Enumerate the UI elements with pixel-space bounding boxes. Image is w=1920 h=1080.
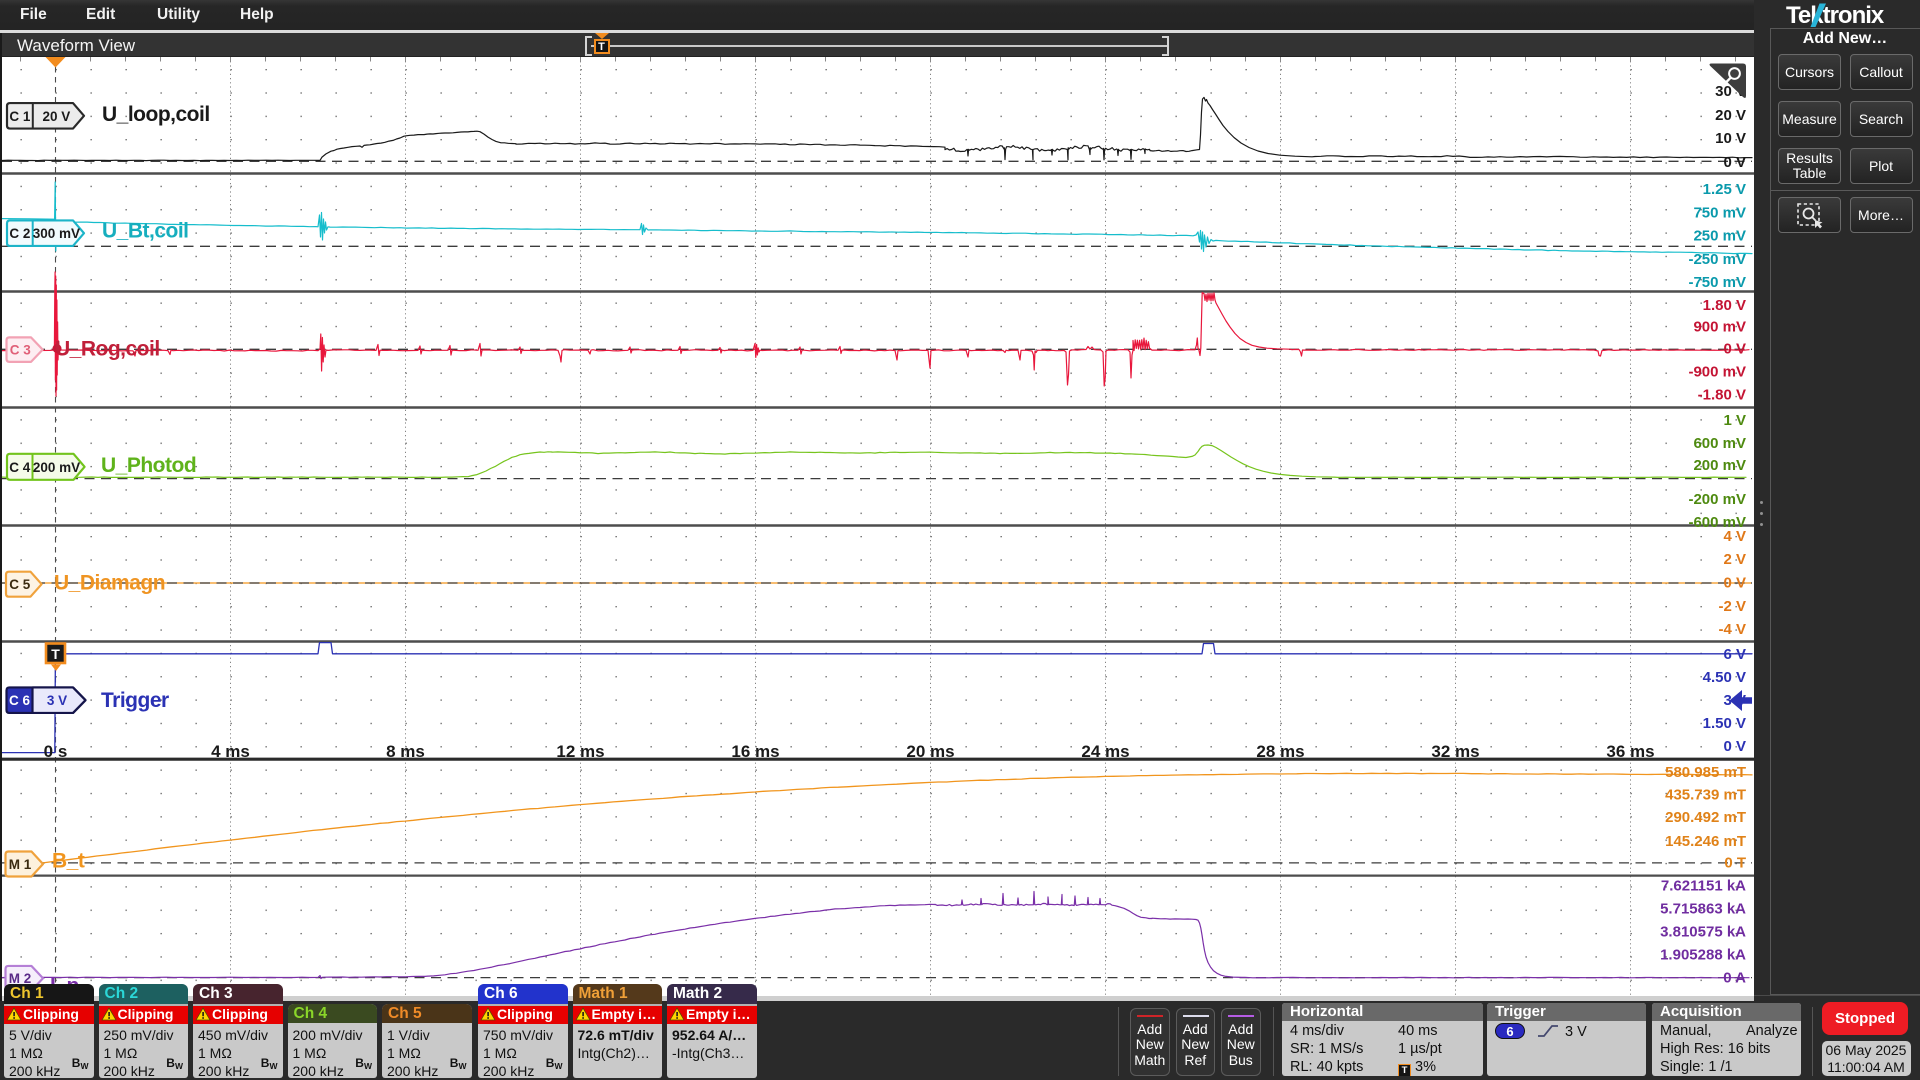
svg-text:1.25 V: 1.25 V (1703, 181, 1746, 198)
svg-text:4 ms: 4 ms (211, 742, 250, 761)
svg-text:20 ms: 20 ms (906, 742, 954, 761)
svg-text:-200 mV: -200 mV (1688, 491, 1746, 508)
svg-text:28 ms: 28 ms (1256, 742, 1304, 761)
svg-text:300 mV: 300 mV (33, 226, 80, 241)
svg-text:0 T: 0 T (1724, 854, 1746, 871)
svg-text:U_Bt,coil: U_Bt,coil (102, 220, 189, 243)
svg-text:10 V: 10 V (1715, 130, 1746, 147)
svg-text:1.905288 kA: 1.905288 kA (1660, 947, 1746, 964)
svg-text:580.985 mT: 580.985 mT (1665, 764, 1746, 781)
svg-text:C 5: C 5 (9, 577, 31, 592)
svg-text:-4 V: -4 V (1718, 621, 1746, 638)
svg-text:900 mV: 900 mV (1693, 319, 1746, 336)
svg-text:1.80 V: 1.80 V (1703, 297, 1746, 314)
svg-text:200 mV: 200 mV (1693, 457, 1746, 474)
svg-text:C 1: C 1 (9, 109, 31, 124)
svg-text:U_Rog,coil: U_Rog,coil (55, 338, 160, 361)
svg-text:0 V: 0 V (1723, 154, 1746, 171)
svg-text:2 V: 2 V (1723, 551, 1746, 568)
svg-text:36 ms: 36 ms (1606, 742, 1654, 761)
svg-text:1 V: 1 V (1723, 412, 1746, 429)
svg-text:7.621151 kA: 7.621151 kA (1661, 878, 1746, 895)
svg-text:20 V: 20 V (43, 109, 71, 124)
svg-text:Trigger: Trigger (101, 689, 169, 712)
svg-text:8 ms: 8 ms (386, 742, 425, 761)
svg-text:C 3: C 3 (10, 343, 32, 358)
svg-text:250 mV: 250 mV (1693, 227, 1746, 244)
svg-text:145.246 mT: 145.246 mT (1665, 833, 1746, 850)
svg-text:-900 mV: -900 mV (1688, 364, 1746, 381)
svg-text:-250 mV: -250 mV (1688, 251, 1746, 268)
svg-text:0 V: 0 V (1723, 340, 1746, 357)
svg-text:200 mV: 200 mV (33, 460, 80, 475)
svg-text:750 mV: 750 mV (1693, 205, 1746, 222)
svg-text:0 A: 0 A (1723, 970, 1746, 987)
svg-text:-1.80 V: -1.80 V (1698, 387, 1746, 404)
svg-text:3.810575 kA: 3.810575 kA (1660, 924, 1746, 941)
svg-text:0 V: 0 V (1723, 575, 1746, 592)
svg-text:U_loop,coil: U_loop,coil (102, 103, 210, 126)
svg-text:B_t: B_t (52, 850, 85, 873)
svg-text:435.739 mT: 435.739 mT (1665, 787, 1746, 804)
svg-text:6 V: 6 V (1723, 646, 1746, 663)
svg-text:U_Photod: U_Photod (101, 454, 196, 477)
svg-text:600 mV: 600 mV (1693, 435, 1746, 452)
svg-text:32 ms: 32 ms (1431, 742, 1479, 761)
svg-text:-2 V: -2 V (1718, 598, 1746, 615)
svg-text:290.492 mT: 290.492 mT (1665, 809, 1746, 826)
svg-text:20 V: 20 V (1715, 107, 1746, 124)
svg-text:C 2: C 2 (9, 226, 30, 241)
svg-text:C 4: C 4 (9, 460, 31, 475)
svg-text:12 ms: 12 ms (556, 742, 604, 761)
svg-text:4 V: 4 V (1723, 528, 1746, 545)
svg-text:C 6: C 6 (9, 693, 31, 708)
svg-text:T: T (51, 646, 60, 662)
svg-text:Tektronix: Tektronix (1786, 2, 1885, 28)
svg-text:U_Diamagn: U_Diamagn (54, 572, 165, 595)
svg-text:16 ms: 16 ms (731, 742, 779, 761)
svg-text:1.50 V: 1.50 V (1703, 715, 1746, 732)
svg-text:3 V: 3 V (47, 693, 67, 708)
svg-text:0 s: 0 s (44, 742, 68, 761)
svg-text:M 1: M 1 (9, 857, 32, 872)
svg-text:5.715863 kA: 5.715863 kA (1660, 901, 1746, 918)
svg-text:0 V: 0 V (1723, 738, 1746, 755)
svg-text:-750 mV: -750 mV (1688, 274, 1746, 291)
svg-text:4.50 V: 4.50 V (1703, 669, 1746, 686)
svg-text:24 ms: 24 ms (1081, 742, 1129, 761)
